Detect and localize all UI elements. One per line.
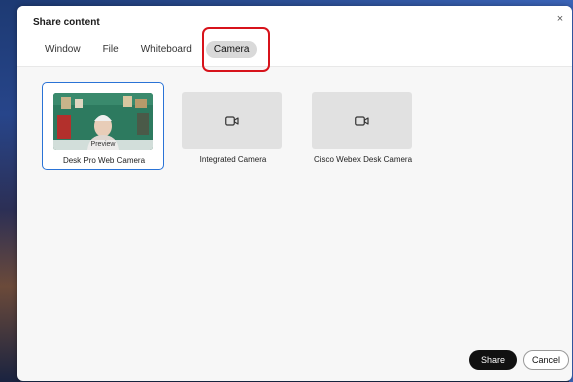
share-content-dialog: Share content × Window File Whiteboard C… bbox=[17, 6, 572, 381]
tab-whiteboard[interactable]: Whiteboard bbox=[133, 41, 200, 58]
camera-thumbnail bbox=[182, 92, 282, 149]
cancel-button[interactable]: Cancel bbox=[523, 350, 569, 370]
camera-tab-highlight-annotation bbox=[202, 27, 270, 72]
camera-option-integrated[interactable]: Integrated Camera bbox=[172, 82, 294, 170]
dialog-title: Share content bbox=[33, 17, 100, 28]
webcam-preview-image: Preview bbox=[53, 93, 153, 150]
preview-label: Preview bbox=[53, 140, 153, 150]
camera-name: Desk Pro Web Camera bbox=[62, 156, 146, 165]
dialog-header: Share content × Window File Whiteboard C… bbox=[17, 6, 572, 67]
video-camera-icon bbox=[355, 115, 369, 126]
camera-option-desk-pro[interactable]: Preview Desk Pro Web Camera bbox=[42, 82, 164, 170]
camera-name: Cisco Webex Desk Camera bbox=[313, 155, 413, 164]
close-icon[interactable]: × bbox=[554, 13, 566, 25]
tab-file[interactable]: File bbox=[95, 41, 127, 58]
camera-name: Integrated Camera bbox=[199, 155, 267, 164]
camera-option-cisco-webex-desk[interactable]: Cisco Webex Desk Camera bbox=[302, 82, 424, 170]
video-camera-icon bbox=[225, 115, 239, 126]
share-button[interactable]: Share bbox=[469, 350, 517, 370]
tab-window[interactable]: Window bbox=[37, 41, 89, 58]
camera-thumbnail bbox=[312, 92, 412, 149]
